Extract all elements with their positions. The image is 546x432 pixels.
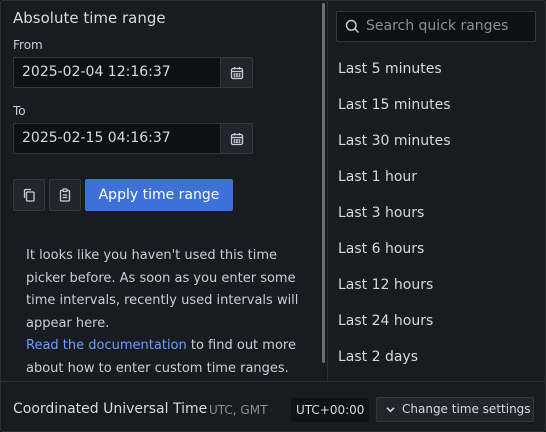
column-divider: [327, 1, 328, 381]
absolute-range-section: Absolute time range From 2025-02-04 12:1…: [1, 1, 323, 381]
clipboard-icon: [58, 188, 72, 202]
change-time-settings-label: Change time settings: [402, 402, 531, 416]
quick-range-item[interactable]: Last 5 minutes: [338, 51, 538, 87]
empty-recent-info: It looks like you haven't used this time…: [26, 245, 306, 380]
quick-range-item[interactable]: Last 24 hours: [338, 303, 538, 339]
quick-range-item[interactable]: Last 1 hour: [338, 159, 538, 195]
search-placeholder: Search quick ranges: [366, 18, 509, 34]
quick-range-item[interactable]: Last 3 hours: [338, 195, 538, 231]
change-time-settings-button[interactable]: Change time settings: [376, 397, 534, 422]
to-input[interactable]: 2025-02-15 04:16:37: [13, 123, 221, 154]
quick-range-item[interactable]: Last 2 days: [338, 339, 538, 375]
to-label: To: [13, 104, 26, 118]
documentation-link[interactable]: Read the documentation: [26, 338, 187, 353]
search-icon: [345, 19, 360, 34]
quick-range-item[interactable]: Last 12 hours: [338, 267, 538, 303]
chevron-down-icon: [385, 404, 396, 415]
info-text: It looks like you haven't used this time…: [26, 248, 299, 331]
from-input[interactable]: 2025-02-04 12:16:37: [13, 57, 221, 88]
quick-range-item[interactable]: Last 15 minutes: [338, 87, 538, 123]
absolute-range-title: Absolute time range: [13, 9, 166, 27]
quick-range-list: Last 5 minutes Last 15 minutes Last 30 m…: [338, 51, 538, 375]
left-scrollbar[interactable]: [322, 3, 325, 363]
calendar-icon: [230, 132, 244, 146]
timezone-name: Coordinated Universal Time: [13, 401, 208, 417]
calendar-icon: [230, 66, 244, 80]
paste-range-button[interactable]: [49, 179, 81, 211]
from-field-group: 2025-02-04 12:16:37: [13, 57, 253, 88]
timezone-footer: Coordinated Universal Time UTC, GMT UTC+…: [1, 381, 545, 431]
quick-range-item[interactable]: Last 6 hours: [338, 231, 538, 267]
timezone-offset-badge: UTC+00:00: [291, 398, 370, 422]
from-label: From: [13, 38, 43, 52]
quick-range-item[interactable]: Last 30 minutes: [338, 123, 538, 159]
time-picker-panel: Absolute time range From 2025-02-04 12:1…: [0, 0, 546, 432]
apply-time-range-button[interactable]: Apply time range: [85, 179, 233, 211]
quick-range-search[interactable]: Search quick ranges: [336, 11, 536, 42]
to-calendar-button[interactable]: [221, 123, 253, 154]
from-calendar-button[interactable]: [221, 57, 253, 88]
copy-range-button[interactable]: [13, 179, 45, 211]
copy-icon: [22, 188, 36, 202]
to-field-group: 2025-02-15 04:16:37: [13, 123, 253, 154]
timezone-abbreviation: UTC, GMT: [209, 403, 268, 417]
